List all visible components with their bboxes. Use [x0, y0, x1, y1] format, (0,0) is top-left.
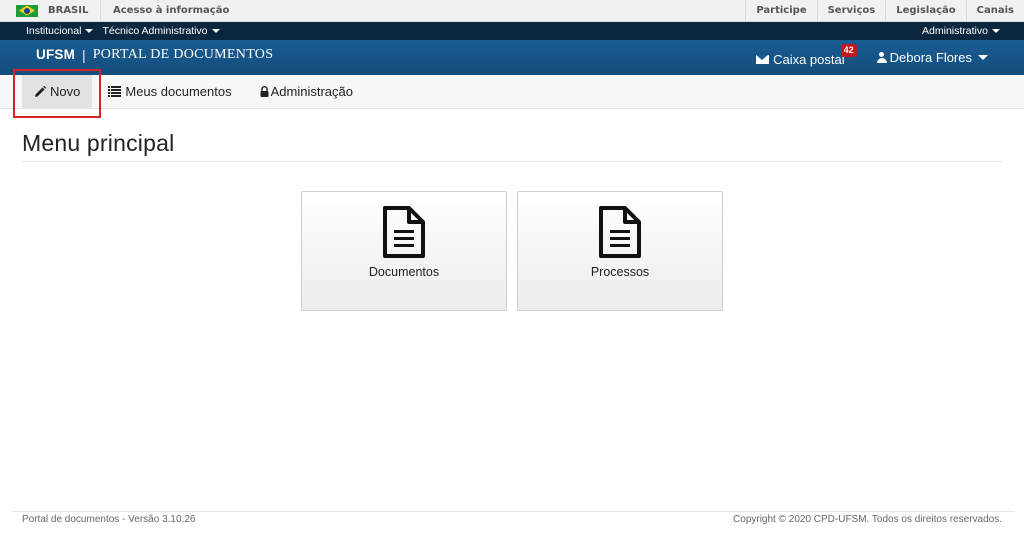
brasil-link[interactable]: BRASIL	[0, 0, 101, 21]
page-title: Menu principal	[22, 130, 175, 156]
footer-divider	[12, 511, 1014, 512]
tile-processos[interactable]: Processos	[517, 191, 723, 311]
canais-link[interactable]: Canais	[965, 0, 1024, 21]
chevron-down-icon	[978, 55, 988, 60]
tile-processos-label: Processos	[590, 265, 650, 279]
user-name: Debora Flores	[889, 50, 972, 65]
servicos-link[interactable]: Serviços	[816, 0, 886, 21]
title-divider	[22, 161, 1002, 162]
nav-meus-documentos-label: Meus documentos	[125, 84, 232, 99]
lock-icon	[260, 86, 269, 97]
document-icon	[597, 206, 643, 261]
tecnico-administrativo-dropdown[interactable]: Técnico Administrativo	[102, 25, 220, 37]
chevron-down-icon	[85, 29, 94, 33]
chevron-down-icon	[211, 29, 220, 33]
inbox-count-badge: 42	[840, 44, 857, 57]
nav-administracao[interactable]: Administração	[248, 75, 365, 109]
caixa-postal-label: Caixa postal	[773, 52, 845, 67]
nav-administracao-label: Administração	[270, 84, 353, 99]
tecnico-administrativo-label: Técnico Administrativo	[102, 25, 208, 37]
tile-documentos-label: Documentos	[368, 265, 440, 279]
user-icon	[876, 52, 887, 63]
caixa-postal-link[interactable]: Caixa postal 42	[756, 44, 857, 67]
gov-bar: BRASIL Acesso à informação Participe Ser…	[0, 0, 1024, 22]
footer-copyright: Copyright © 2020 CPD-UFSM. Todos os dire…	[733, 514, 1002, 525]
envelope-icon	[756, 55, 770, 64]
administrativo-label: Administrativo	[922, 25, 988, 37]
nav-novo[interactable]: Novo	[22, 74, 93, 109]
list-icon	[108, 86, 122, 97]
brand-separator: |	[82, 46, 86, 63]
participe-link[interactable]: Participe	[745, 0, 816, 21]
institucional-dropdown[interactable]: Institucional	[26, 25, 94, 37]
ufsm-logo-text: UFSM	[36, 47, 76, 62]
brazil-flag-icon	[16, 4, 38, 17]
administrativo-dropdown[interactable]: Administrativo	[922, 25, 1000, 37]
nav-novo-label: Novo	[50, 84, 81, 99]
main-navbar: Novo Meus documentos Administração	[0, 74, 1024, 109]
portal-title: PORTAL DE DOCUMENTOS	[92, 46, 274, 62]
document-icon	[381, 206, 427, 261]
legislacao-link[interactable]: Legislação	[885, 0, 965, 21]
user-menu[interactable]: Debora Flores	[876, 50, 988, 65]
tile-documentos[interactable]: Documentos	[301, 191, 507, 311]
portal-brand[interactable]: UFSM | PORTAL DE DOCUMENTOS	[36, 47, 273, 63]
acesso-informacao-link[interactable]: Acesso à informação	[101, 0, 241, 21]
pencil-icon	[34, 85, 46, 98]
institucional-label: Institucional	[26, 25, 82, 37]
portal-header: UFSM | PORTAL DE DOCUMENTOS Caixa postal…	[0, 40, 1024, 75]
footer-version: Portal de documentos - Versão 3.10.26	[22, 514, 196, 525]
chevron-down-icon	[992, 29, 1000, 33]
brasil-label: BRASIL	[48, 5, 89, 16]
nav-meus-documentos[interactable]: Meus documentos	[96, 75, 243, 109]
top-menu-bar: Institucional Técnico Administrativo Adm…	[0, 22, 1024, 40]
